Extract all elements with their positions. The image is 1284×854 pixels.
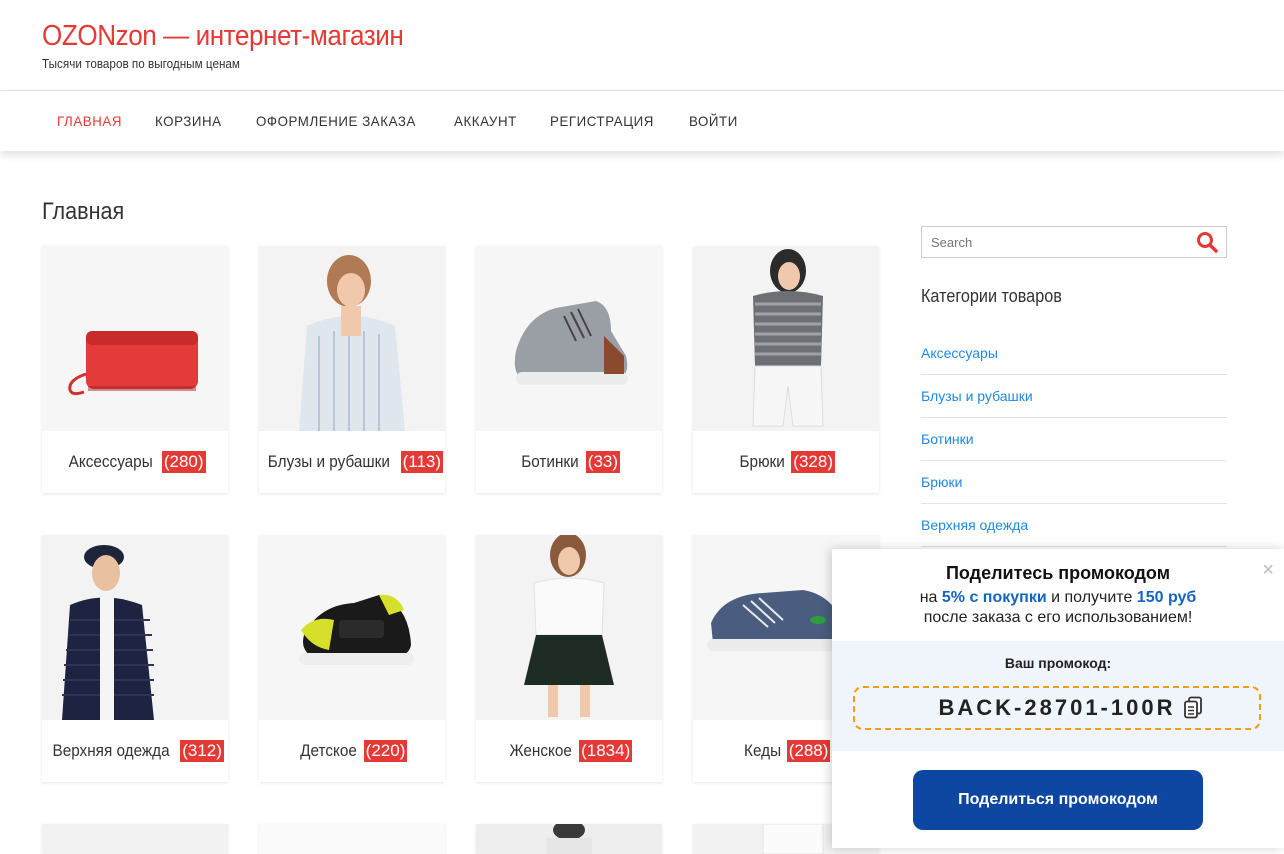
category-link-accessories[interactable]: Аксессуары — [921, 332, 1227, 375]
nav-account[interactable]: АККАУНТ — [454, 113, 517, 129]
count-badge: (33) — [585, 451, 621, 473]
site-title[interactable]: OZONzon — интернет-магазин — [42, 20, 404, 53]
popup-heading: Поделитесь промокодом — [945, 563, 1171, 583]
category-card-boots[interactable]: Ботинки (33) — [476, 246, 662, 493]
search-input[interactable] — [922, 233, 1193, 251]
nav-cart[interactable]: КОРЗИНА — [155, 113, 222, 129]
promo-code-area: Ваш промокод: BACK-28701-100R — [832, 641, 1284, 751]
popup-offer-line-2: после заказа с его использованием! — [923, 609, 1193, 626]
main-nav: ГЛАВНАЯ КОРЗИНА ОФОРМЛЕНИЕ ЗАКАЗА АККАУН… — [0, 91, 1284, 151]
category-caption[interactable]: Аксессуары (280) — [42, 431, 228, 493]
skirt-model-image[interactable] — [476, 535, 662, 720]
nav-checkout[interactable]: ОФОРМЛЕНИЕ ЗАКАЗА — [256, 113, 416, 129]
promo-code: BACK-28701-100R — [938, 695, 1176, 720]
page-title: Главная — [42, 198, 125, 225]
red-wallet-image[interactable] — [42, 246, 228, 431]
nav-home[interactable]: ГЛАВНАЯ — [57, 113, 122, 129]
count-badge: (280) — [161, 451, 206, 473]
promo-code-label: Ваш промокод: — [1004, 655, 1112, 671]
category-link-outerwear[interactable]: Верхняя одежда — [921, 504, 1227, 547]
white-shorts-model-image[interactable] — [693, 246, 879, 431]
category-card-kids[interactable]: Детское (220) — [259, 535, 445, 782]
count-badge: (220) — [363, 740, 408, 762]
site-header: OZONzon — интернет-магазин Тысячи товаро… — [0, 0, 1284, 91]
category-caption[interactable]: Блузы и рубашки (113) — [259, 431, 445, 493]
category-link-boots[interactable]: Ботинки — [921, 418, 1227, 461]
nav-register[interactable]: РЕГИСТРАЦИЯ — [550, 113, 654, 129]
grey-boot-image[interactable] — [476, 246, 662, 431]
category-caption[interactable]: Ботинки (33) — [476, 431, 662, 493]
categories-title: Категории товаров — [921, 286, 1062, 306]
category-list: Аксессуары Блузы и рубашки Ботинки Брюки… — [921, 332, 1227, 547]
category-card-trousers[interactable]: Брюки (328) — [693, 246, 879, 493]
count-badge: (328) — [791, 451, 835, 473]
nav-login[interactable]: ВОЙТИ — [689, 113, 738, 129]
category-link-trousers[interactable]: Брюки — [921, 461, 1227, 504]
promo-popup: × Поделитесь промокодом на 5% с покупки … — [832, 549, 1284, 848]
category-card-partial[interactable] — [42, 824, 228, 854]
category-card-partial[interactable] — [476, 824, 662, 854]
copy-icon[interactable] — [1183, 696, 1203, 726]
category-caption[interactable]: Женское (1834) — [476, 720, 662, 782]
striped-shirt-model-image[interactable] — [259, 246, 445, 431]
category-caption[interactable]: Детское (220) — [259, 720, 445, 782]
count-badge: (113) — [400, 451, 444, 473]
product-image[interactable] — [42, 824, 228, 854]
product-image[interactable] — [476, 824, 662, 854]
search-box — [921, 226, 1227, 258]
category-card-blouses[interactable]: Блузы и рубашки (113) — [259, 246, 445, 493]
category-caption[interactable]: Верхняя одежда (312) — [42, 720, 228, 782]
category-card-women[interactable]: Женское (1834) — [476, 535, 662, 782]
popup-offer-line: на 5% с покупки и получите 150 руб — [919, 589, 1197, 606]
product-image[interactable] — [259, 824, 445, 854]
category-card-partial[interactable] — [259, 824, 445, 854]
sidebar: Категории товаров Аксессуары Блузы и руб… — [921, 226, 1227, 547]
count-badge: (1834) — [579, 740, 633, 762]
category-caption[interactable]: Брюки (328) — [693, 431, 879, 493]
count-badge: (288) — [786, 740, 831, 762]
category-link-blouses[interactable]: Блузы и рубашки — [921, 375, 1227, 418]
puffer-jacket-model-image[interactable] — [42, 535, 228, 720]
count-badge: (312) — [180, 740, 224, 762]
category-card-accessories[interactable]: Аксессуары (280) — [42, 246, 228, 493]
site-tagline: Тысячи товаров по выгодным ценам — [42, 56, 240, 71]
promo-code-box[interactable]: BACK-28701-100R — [853, 686, 1261, 730]
share-promo-button[interactable]: Поделиться промокодом — [913, 770, 1203, 830]
category-card-outerwear[interactable]: Верхняя одежда (312) — [42, 535, 228, 782]
black-yellow-sneaker-image[interactable] — [259, 535, 445, 720]
search-icon[interactable] — [1196, 231, 1218, 258]
